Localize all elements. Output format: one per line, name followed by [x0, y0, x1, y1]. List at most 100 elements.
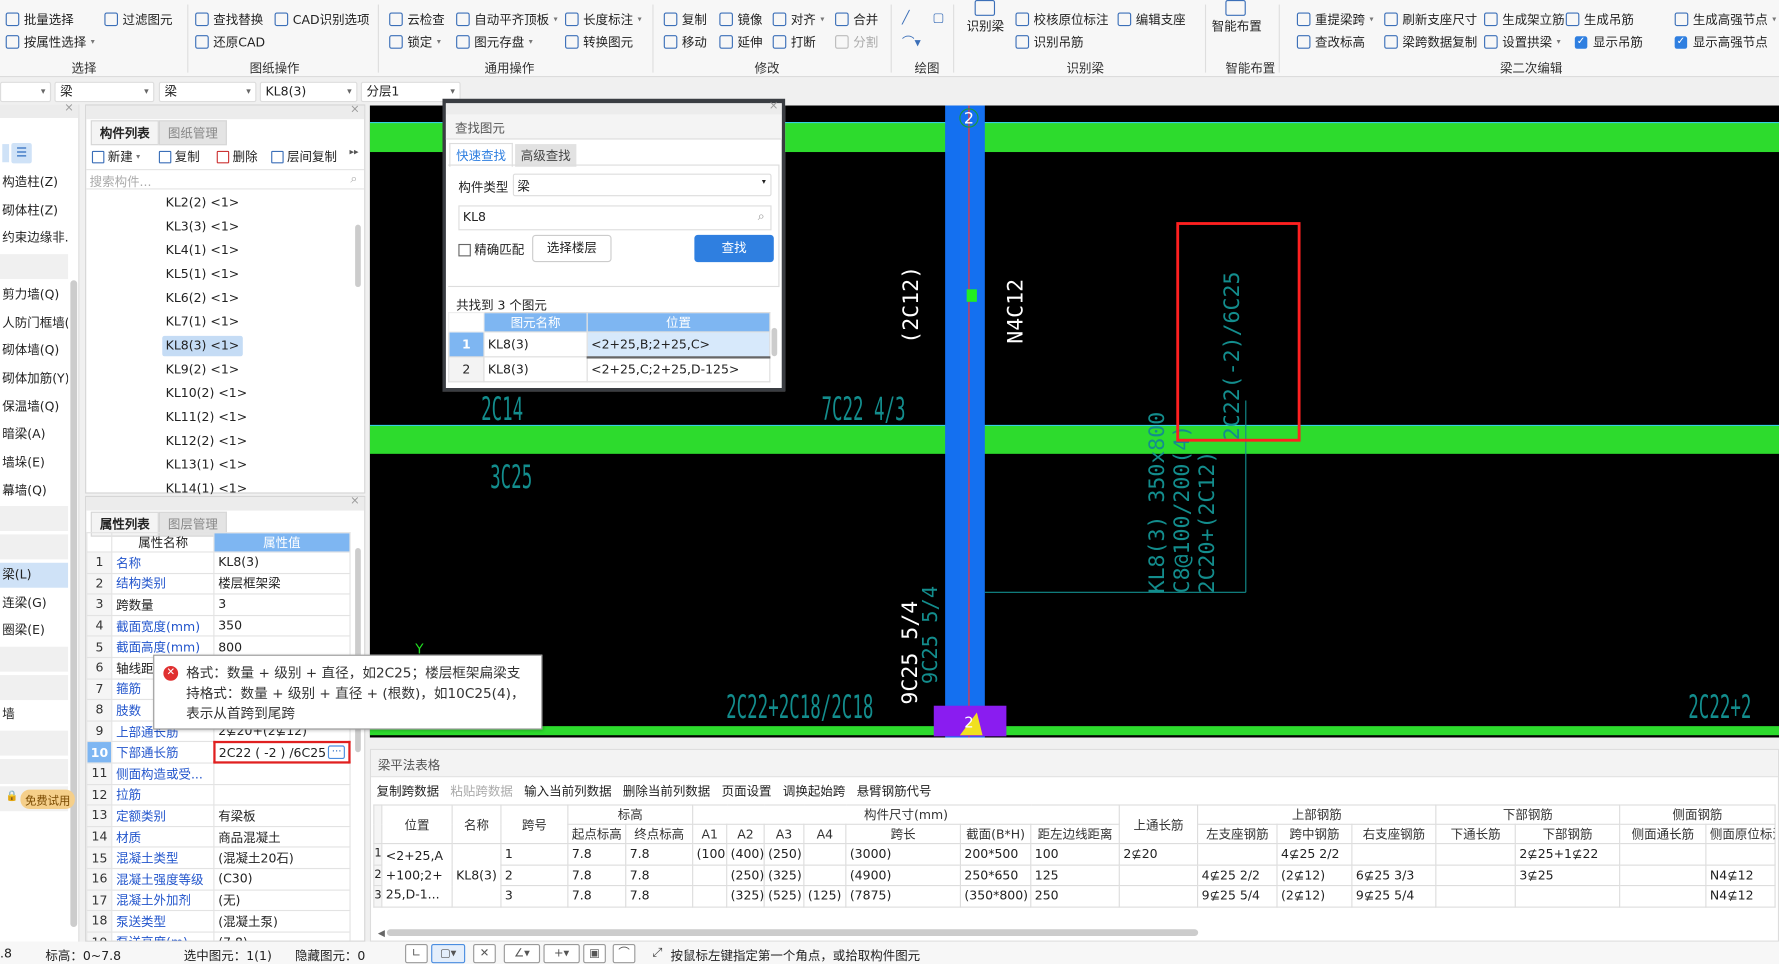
offset-icon[interactable]: +▾ — [543, 943, 580, 964]
sidebar-item[interactable]: 墙 — [0, 702, 69, 728]
floor-dropdown[interactable] — [0, 81, 52, 103]
cell-start[interactable]: 7.8 — [567, 885, 627, 908]
property-value[interactable] — [213, 783, 351, 806]
cell-end[interactable]: 7.8 — [625, 864, 694, 887]
cell-start[interactable]: 7.8 — [567, 864, 627, 887]
cell-a1[interactable] — [692, 885, 728, 908]
cell-botcont[interactable] — [1435, 843, 1516, 866]
scrollbar[interactable] — [70, 280, 78, 927]
result-row[interactable]: 2 KL8(3) <2+25,C;2+25,D-125> — [448, 356, 771, 383]
type-dropdown[interactable]: 梁 — [158, 81, 257, 103]
sidebar-item[interactable]: 圈梁(E) — [0, 618, 69, 644]
new-button[interactable]: 新建 ▾ — [91, 147, 140, 165]
align-button[interactable]: 对齐 ▾ — [772, 10, 824, 28]
property-value[interactable] — [213, 762, 351, 785]
auto-align-top-button[interactable]: 自动平齐顶板 ▾ — [456, 10, 558, 28]
filter-button[interactable]: 过滤图元 — [104, 10, 172, 28]
property-row[interactable]: 16 混凝土强度等级 (C30) — [86, 867, 351, 891]
list-item[interactable]: KL8(3) <1> — [162, 335, 243, 357]
exact-match-checkbox[interactable]: 精确匹配 — [458, 241, 524, 259]
cad-options-button[interactable]: CAD识别选项 — [274, 10, 370, 28]
list-item[interactable]: KL5(1) <1> — [162, 264, 242, 284]
property-value[interactable]: (无) — [213, 888, 351, 912]
table-row[interactable]: 2 2 7.8 7.8 (250) (325) (4900) 250*650 125 4⊈25 2… — [373, 864, 1776, 887]
select-floor-button[interactable]: 选择楼层 — [532, 234, 612, 263]
list-item[interactable]: KL4(1) <1> — [162, 241, 242, 261]
list-item[interactable]: KL2(2) <1> — [162, 193, 242, 213]
list-view-icon[interactable]: ☰ — [11, 142, 32, 164]
ortho-icon[interactable]: ∟ — [405, 943, 428, 964]
sidebar-item[interactable] — [0, 646, 69, 672]
sidebar-item[interactable]: 幕墙(Q) — [0, 478, 69, 504]
scroll-left-icon[interactable]: ◀ — [378, 928, 385, 938]
property-row[interactable]: 11 侧面构造或受... — [86, 762, 351, 785]
property-row[interactable]: 19泵送高度(m)(7.8) — [86, 931, 351, 941]
cell-sideloc[interactable]: N4⊈12 — [1705, 885, 1776, 908]
set-arch-beam-button[interactable]: 设置拱梁 ▾ — [1484, 33, 1561, 51]
convert-element-button[interactable]: 转换图元 — [565, 33, 633, 51]
identify-hanger-button[interactable]: 识别吊筋 — [1015, 33, 1084, 51]
sidebar-item[interactable] — [0, 506, 69, 532]
sidebar-item[interactable] — [0, 534, 69, 560]
copy-span-data-button[interactable]: 梁跨数据复制 — [1384, 33, 1477, 51]
property-value[interactable]: KL8(3) — [213, 551, 351, 574]
sidebar-item[interactable]: 人防门框墙( — [0, 310, 69, 336]
tab-drawing-management[interactable]: 图纸管理 — [158, 120, 227, 146]
cell-sidecont[interactable] — [1619, 864, 1707, 887]
check-annotation-button[interactable]: 校核原位标注 — [1015, 10, 1109, 28]
table-row[interactable]: 3 3 7.8 7.8 (325) (525) (125) (7875) (350*800) 25… — [373, 885, 1776, 908]
tab-quick-find[interactable]: 快速查找 — [449, 142, 513, 167]
close-icon[interactable]: × — [350, 497, 360, 507]
list-item[interactable]: KL10(2) <1> — [162, 383, 250, 403]
reextract-span-button[interactable]: 重提梁跨 ▾ — [1296, 10, 1373, 28]
cell-right[interactable]: 9⊈25 5/4 — [1351, 885, 1437, 908]
gen-hanger-button[interactable]: 生成吊筋 — [1565, 10, 1634, 28]
select-by-prop-button[interactable]: 按属性选择 ▾ — [5, 33, 95, 51]
property-row[interactable]: 3 跨数量 3 — [86, 593, 351, 616]
property-row[interactable]: 15 混凝土类型 (混凝土20石) — [86, 846, 351, 869]
cell-a2[interactable]: (250) — [726, 864, 765, 887]
property-value[interactable]: (7.8) — [213, 931, 351, 941]
property-row[interactable]: 18 泵送类型 (混凝土泵) — [86, 910, 351, 933]
close-icon[interactable]: × — [64, 102, 74, 114]
toolbar-2-button[interactable]: 输入当前列数据 — [524, 782, 611, 800]
gen-erection-bar-button[interactable]: 生成架立筋 — [1484, 10, 1565, 28]
sidebar-item[interactable]: 构造柱(Z) — [0, 170, 69, 196]
cell-right[interactable] — [1351, 843, 1437, 866]
cell-mid[interactable]: (2⊈12) — [1276, 885, 1353, 908]
angle-icon[interactable]: ∠▾ — [503, 943, 541, 964]
list-item[interactable]: KL13(1) <1> — [162, 455, 250, 475]
property-row[interactable]: 2 结构类别 楼层框架梁 — [86, 572, 351, 595]
draw-rect-icon[interactable]: ▢ — [933, 10, 945, 25]
delete-button[interactable]: 删除 — [216, 147, 258, 165]
component-search-input[interactable]: 搜索构件... ⌕ — [86, 169, 365, 190]
cell-sideloc[interactable] — [1705, 843, 1776, 866]
tab-advanced-find[interactable]: 高级查找 — [515, 144, 577, 167]
cell-topcont[interactable] — [1118, 885, 1199, 908]
cell-start[interactable]: 7.8 — [567, 843, 627, 866]
save-element-button[interactable]: 图元存盘 ▾ — [456, 33, 533, 51]
property-row[interactable]: 12 拉筋 — [86, 783, 351, 806]
checkbox-show-hs-node[interactable]: ✓ 显示高强节点 — [1674, 33, 1768, 51]
break-button[interactable]: 打断 — [772, 33, 816, 51]
cell-sideloc[interactable]: N4⊈12 — [1705, 864, 1776, 887]
cell-a4[interactable] — [803, 864, 847, 887]
find-search-input[interactable]: KL8 ⌕ — [458, 205, 772, 231]
cell-position[interactable]: <2+25,A +100;2+ 25,D-1... — [381, 843, 453, 908]
property-row[interactable]: 1 名称 KL8(3) — [86, 551, 351, 574]
cell-a4[interactable]: (125) — [803, 885, 847, 908]
property-row[interactable]: 4 截面宽度(mm) 350 — [86, 614, 351, 637]
move-button[interactable]: 移动 — [663, 33, 707, 51]
property-row[interactable]: 17 混凝土外加剂 (无) — [86, 888, 351, 912]
sidebar-item[interactable]: 砌体墙(Q) — [0, 338, 69, 364]
property-value[interactable]: 有梁板 — [213, 804, 351, 827]
copy-button[interactable]: 复制 — [158, 147, 200, 165]
extend-button[interactable]: 延伸 — [719, 33, 762, 51]
cell-len[interactable]: (7875) — [845, 885, 962, 908]
cell-dist[interactable]: 125 — [1030, 864, 1120, 887]
cell-botcont[interactable] — [1435, 864, 1516, 887]
beam-kl8[interactable] — [369, 425, 1779, 454]
edit-support-button[interactable]: 编辑支座 — [1117, 10, 1186, 28]
toolbar-6-button[interactable]: 悬臂钢筋代号 — [857, 782, 932, 800]
snap-rect-icon[interactable]: ▢▾ — [431, 943, 466, 964]
